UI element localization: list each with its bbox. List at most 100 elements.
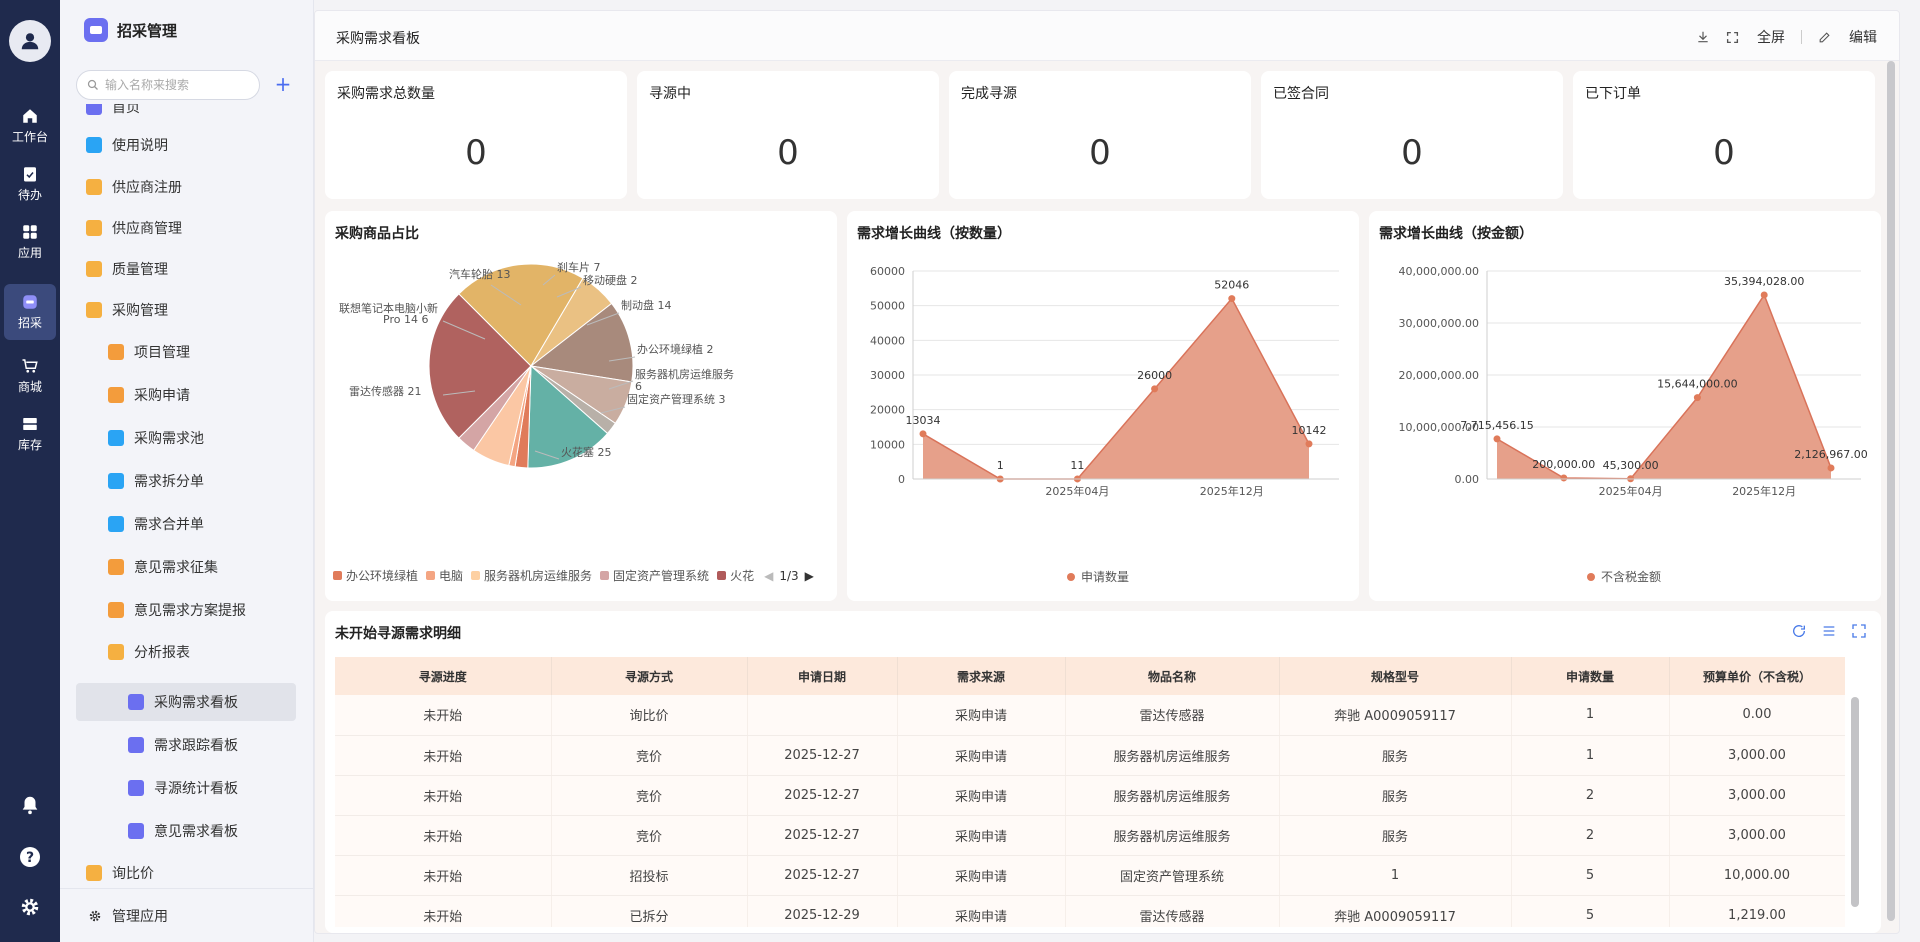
sidebar-item-demand-split[interactable]: 需求拆分单 xyxy=(108,462,314,500)
data-label: 200,000.00 xyxy=(1532,458,1595,471)
column-header[interactable]: 申请数量 xyxy=(1511,657,1670,695)
y-tick-label: 60000 xyxy=(870,265,905,278)
table-row[interactable]: 未开始 招投标 2025-12-27 采购申请 固定资产管理系统 1 5 10,000.00 xyxy=(335,855,1845,896)
column-header[interactable]: 需求来源 xyxy=(897,657,1066,695)
sidebar-item-supplier-register[interactable]: 供应商注册 xyxy=(86,168,306,206)
sidebar-item-home[interactable]: 首页 xyxy=(86,104,306,126)
data-label: 7,715,456.15 xyxy=(1460,419,1533,432)
amount-legend[interactable]: 不含税金额 xyxy=(1587,568,1661,585)
table-cell: 3,000.00 xyxy=(1669,735,1845,776)
sidebar-item-purchase-manage[interactable]: 采购管理 xyxy=(86,291,306,329)
data-point xyxy=(1151,385,1159,393)
sidebar-item-guide[interactable]: 使用说明 xyxy=(86,126,306,164)
page-scrollbar[interactable] xyxy=(1887,61,1895,921)
y-tick-label: 20,000,000.00 xyxy=(1399,369,1479,382)
rail-item-workbench[interactable]: 工作台 xyxy=(4,100,56,152)
legend-item[interactable]: 办公环境绿植 xyxy=(346,567,418,584)
data-label: 45,300.00 xyxy=(1603,459,1659,472)
legend-swatch xyxy=(717,571,727,580)
sidebar-item-sourcing-board[interactable]: 寻源统计看板 xyxy=(128,769,314,807)
sidebar-item-supplier-manage[interactable]: 供应商管理 xyxy=(86,209,306,247)
pie-label: 雷达传感器 21 xyxy=(349,385,422,398)
folder-icon xyxy=(86,865,102,881)
edit-button[interactable]: 编辑 xyxy=(1818,27,1877,47)
legend-next-icon[interactable]: ▶ xyxy=(805,569,814,583)
manage-app-button[interactable]: 管理应用 xyxy=(60,888,314,942)
data-label: 13034 xyxy=(906,414,941,427)
column-header[interactable]: 寻源进度 xyxy=(335,657,552,695)
table-row[interactable]: 未开始 已拆分 2025-12-29 采购申请 雷达传感器 奔驰 A0009059117 5… xyxy=(335,895,1845,927)
column-header[interactable]: 寻源方式 xyxy=(551,657,748,695)
quantity-legend[interactable]: 申请数量 xyxy=(1067,568,1129,585)
notification-button[interactable] xyxy=(15,790,45,820)
sidebar-item-analysis[interactable]: 分析报表 xyxy=(108,633,314,671)
column-header[interactable]: 规格型号 xyxy=(1279,657,1512,695)
avatar[interactable] xyxy=(9,20,51,62)
edit-label: 编辑 xyxy=(1849,30,1877,46)
folder-icon xyxy=(86,179,102,195)
sidebar-item-inquiry[interactable]: 询比价 xyxy=(86,854,306,884)
table-scrollbar[interactable] xyxy=(1851,697,1859,907)
rail-item-mall[interactable]: 商城 xyxy=(4,350,56,402)
table-cell: 2025-12-29 xyxy=(747,895,898,927)
table-cell: 5 xyxy=(1511,855,1670,896)
x-tick-label: 2025年04月 xyxy=(1599,484,1663,498)
y-tick-label: 30000 xyxy=(870,369,905,382)
fullscreen-button[interactable]: 全屏 xyxy=(1726,27,1785,47)
settings-button[interactable] xyxy=(15,892,45,922)
table-cell: 未开始 xyxy=(335,695,552,736)
table-row[interactable]: 未开始 询比价 采购申请 雷达传感器 奔驰 A0009059117 1 0.00 xyxy=(335,695,1845,736)
chart-icon xyxy=(128,737,144,753)
rail-item-procurement[interactable]: 招采 xyxy=(4,284,56,340)
sidebar-item-label: 需求跟踪看板 xyxy=(154,738,238,754)
refresh-icon[interactable] xyxy=(1791,623,1807,639)
gear-icon xyxy=(21,898,39,916)
legend-item[interactable]: 服务器机房运维服务 xyxy=(484,567,592,584)
legend-item[interactable]: 电脑 xyxy=(439,567,463,584)
card-title: 需求增长曲线（按数量） xyxy=(857,226,1011,242)
sidebar-item-demand-pool[interactable]: 采购需求池 xyxy=(108,419,314,457)
sidebar-item-project[interactable]: 项目管理 xyxy=(108,333,314,371)
rail-item-apps[interactable]: 应用 xyxy=(4,216,56,268)
data-label: 26000 xyxy=(1137,369,1172,382)
app-sidebar: 招采管理 + 首页 使用说明 供应商注册 供应商管理 质量管理 采购管理 项目管… xyxy=(60,0,314,942)
expand-icon[interactable] xyxy=(1851,623,1867,639)
legend-item[interactable]: 火花 xyxy=(730,567,754,584)
pie-label: Pro 14 6 xyxy=(383,313,428,326)
column-header[interactable]: 申请日期 xyxy=(747,657,898,695)
help-button[interactable]: ? xyxy=(15,842,45,872)
sidebar-item-quality[interactable]: 质量管理 xyxy=(86,250,306,288)
sidebar-item-demand-merge[interactable]: 需求合并单 xyxy=(108,505,314,543)
list-icon[interactable] xyxy=(1821,623,1837,639)
sidebar-item-purchase-request[interactable]: 采购申请 xyxy=(108,376,314,414)
search-input[interactable] xyxy=(105,78,245,92)
table-header-row: 寻源进度 寻源方式 申请日期 需求来源 物品名称 规格型号 申请数量 预算单价（… xyxy=(335,657,1845,695)
sidebar-item-opinion-collect[interactable]: 意见需求征集 xyxy=(108,548,314,586)
table-cell: 奔驰 A0009059117 xyxy=(1279,695,1512,736)
sidebar-item-opinion-board[interactable]: 意见需求看板 xyxy=(128,812,314,850)
data-label: 1 xyxy=(997,459,1004,472)
table-row[interactable]: 未开始 竞价 2025-12-27 采购申请 服务器机房运维服务 服务 1 3,000.00 xyxy=(335,735,1845,776)
folder-open-icon xyxy=(86,302,102,318)
table-cell: 10,000.00 xyxy=(1669,855,1845,896)
download-button[interactable] xyxy=(1696,30,1710,44)
column-header[interactable]: 物品名称 xyxy=(1065,657,1280,695)
legend-prev-icon[interactable]: ◀ xyxy=(764,569,773,583)
form-icon xyxy=(108,559,124,575)
sidebar-item-opinion-proposal[interactable]: 意见需求方案提报 xyxy=(108,591,314,629)
table-cell: 2025-12-27 xyxy=(747,815,898,856)
rail-item-inventory[interactable]: 库存 xyxy=(4,408,56,460)
sidebar-item-tracking-board[interactable]: 需求跟踪看板 xyxy=(128,726,314,764)
quantity-growth-card: 需求增长曲线（按数量） 60000 50000 40000 30000 20000 100… xyxy=(847,211,1359,601)
table-row[interactable]: 未开始 竞价 2025-12-27 采购申请 服务器机房运维服务 服务 2 3,000.00 xyxy=(335,815,1845,856)
kpi-value: 0 xyxy=(1713,133,1735,173)
column-header[interactable]: 预算单价（不含税） xyxy=(1669,657,1845,695)
add-button[interactable]: + xyxy=(272,74,294,96)
legend-item[interactable]: 固定资产管理系统 xyxy=(613,567,709,584)
table-cell: 采购申请 xyxy=(897,775,1066,816)
rail-item-todo[interactable]: 待办 xyxy=(4,158,56,210)
sidebar-item-label: 意见需求看板 xyxy=(154,824,238,840)
kpi-value: 0 xyxy=(465,133,487,173)
table-row[interactable]: 未开始 竞价 2025-12-27 采购申请 服务器机房运维服务 服务 2 3,000.00 xyxy=(335,775,1845,816)
sidebar-item-demand-board[interactable]: 采购需求看板 xyxy=(76,683,296,721)
